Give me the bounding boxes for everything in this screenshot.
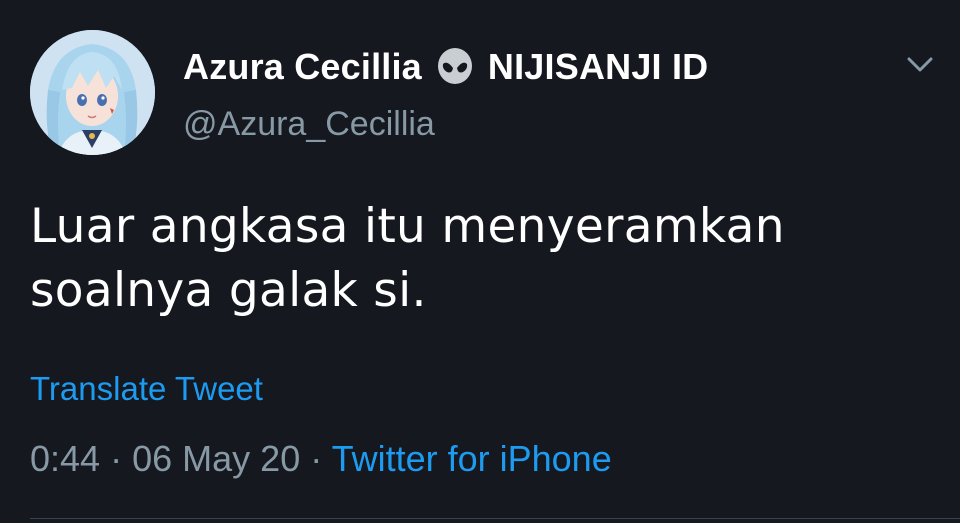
avatar[interactable] (30, 30, 155, 155)
tweet-metadata: 0:44 · 06 May 20 · Twitter for iPhone (30, 438, 612, 480)
tweet-text: Luar angkasa itu menyeramkan soalnya gal… (30, 195, 930, 323)
author-name-row[interactable]: Azura Cecillia NIJISANJI ID (183, 44, 708, 90)
tweet-source-link[interactable]: Twitter for iPhone (332, 438, 612, 479)
tweet-text-line-1: Luar angkasa itu menyeramkan (30, 199, 785, 254)
user-handle[interactable]: @Azura_Cecillia (183, 105, 435, 144)
translate-tweet-link[interactable]: Translate Tweet (30, 370, 263, 408)
divider (30, 518, 960, 519)
display-name[interactable]: Azura Cecillia (183, 46, 422, 88)
chevron-down-icon[interactable] (903, 52, 937, 78)
tweet-time[interactable]: 0:44 (30, 438, 100, 479)
tweet-text-line-2: soalnya galak si. (30, 263, 427, 318)
tweet-card: Azura Cecillia NIJISANJI ID @Azura_Cecil… (0, 0, 960, 523)
meta-separator: · (110, 438, 123, 479)
tweet-date[interactable]: 06 May 20 (132, 438, 300, 479)
badge-text: NIJISANJI ID (487, 46, 709, 87)
meta-separator: · (310, 438, 323, 479)
alien-icon (434, 46, 476, 88)
avatar-image (30, 30, 155, 155)
